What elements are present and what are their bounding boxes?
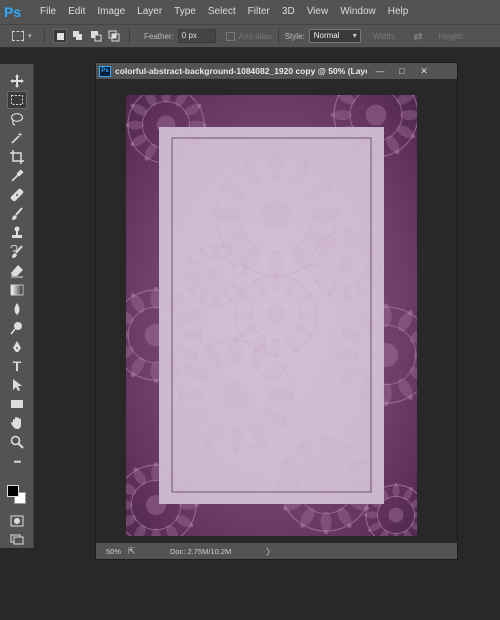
healing-brush-tool-icon[interactable] bbox=[7, 186, 27, 204]
document-image[interactable] bbox=[126, 95, 417, 536]
share-icon[interactable]: ⇱ bbox=[128, 546, 142, 557]
minimize-button[interactable]: — bbox=[371, 64, 389, 78]
screen-mode-icon[interactable] bbox=[7, 530, 27, 548]
intersect-selection-button[interactable] bbox=[107, 29, 121, 43]
status-menu-arrow-icon[interactable]: 〉 bbox=[266, 545, 275, 558]
marquee-preset-icon bbox=[12, 31, 24, 41]
subtract-selection-icon bbox=[91, 31, 102, 42]
new-selection-button[interactable] bbox=[53, 29, 67, 43]
menu-3d[interactable]: 3D bbox=[276, 0, 301, 24]
style-select[interactable]: Normal bbox=[308, 29, 361, 43]
photoshop-logo-icon: Ps bbox=[4, 4, 22, 20]
foreground-color-swatch[interactable] bbox=[7, 485, 19, 497]
tool-preset-picker[interactable]: ▾ bbox=[12, 27, 38, 45]
maximize-button[interactable]: □ bbox=[393, 64, 411, 78]
width-label: Width: bbox=[372, 31, 396, 41]
antialias-label: Anti-alias bbox=[238, 31, 272, 41]
photoshop-doc-icon: Ps bbox=[99, 65, 111, 77]
menu-window[interactable]: Window bbox=[334, 0, 382, 24]
eraser-tool-icon[interactable] bbox=[7, 262, 27, 280]
chevron-down-icon: ▾ bbox=[28, 33, 32, 40]
brush-tool-icon[interactable] bbox=[7, 205, 27, 223]
quick-mask-icon[interactable] bbox=[7, 512, 27, 530]
menu-view[interactable]: View bbox=[301, 0, 335, 24]
style-label: Style: bbox=[284, 31, 305, 41]
path-selection-tool-icon[interactable] bbox=[7, 376, 27, 394]
menu-image[interactable]: Image bbox=[91, 0, 131, 24]
type-tool-icon[interactable]: T bbox=[7, 357, 27, 375]
menu-select[interactable]: Select bbox=[202, 0, 242, 24]
document-tab[interactable]: Ps colorful-abstract-background-1084082_… bbox=[96, 63, 457, 79]
history-brush-tool-icon[interactable] bbox=[7, 243, 27, 261]
menu-help[interactable]: Help bbox=[382, 0, 415, 24]
divider bbox=[277, 27, 279, 45]
status-bar: 50% ⇱ Doc: 2.75M/10.2M 〉 bbox=[96, 543, 457, 559]
add-selection-icon bbox=[73, 31, 82, 40]
menu-file[interactable]: File bbox=[34, 0, 62, 24]
magic-wand-tool-icon[interactable] bbox=[7, 129, 27, 147]
pen-tool-icon[interactable] bbox=[7, 338, 27, 356]
zoom-level-field[interactable]: 50% bbox=[96, 547, 126, 556]
canvas-area[interactable] bbox=[96, 79, 457, 543]
zoom-tool-icon[interactable] bbox=[7, 433, 27, 451]
eyedropper-tool-icon[interactable] bbox=[7, 167, 27, 185]
antialias-checkbox[interactable] bbox=[225, 31, 235, 41]
marquee-tool-icon[interactable] bbox=[7, 91, 27, 109]
clone-stamp-tool-icon[interactable] bbox=[7, 224, 27, 242]
crop-tool-icon[interactable] bbox=[7, 148, 27, 166]
abstract-mandala-artwork bbox=[126, 95, 417, 536]
document-size-info[interactable]: Doc: 2.75M/10.2M bbox=[170, 547, 266, 556]
subtract-from-selection-button[interactable] bbox=[89, 29, 103, 43]
new-selection-icon bbox=[56, 32, 64, 40]
feather-label: Feather: bbox=[144, 31, 174, 41]
move-tool-icon[interactable] bbox=[7, 72, 27, 90]
dodge-tool-icon[interactable] bbox=[7, 319, 27, 337]
hand-tool-icon[interactable] bbox=[7, 414, 27, 432]
intersect-selection-icon bbox=[108, 30, 120, 42]
document-window: Ps colorful-abstract-background-1084082_… bbox=[95, 62, 458, 560]
divider bbox=[129, 27, 130, 45]
menu-edit[interactable]: Edit bbox=[62, 0, 91, 24]
menu-layer[interactable]: Layer bbox=[131, 0, 168, 24]
swap-dimensions-icon[interactable]: ⇄ bbox=[413, 30, 422, 43]
options-bar: ▾ Feather: 0 px Anti-alias Style: Normal… bbox=[0, 24, 500, 48]
feather-input[interactable]: 0 px bbox=[177, 29, 216, 43]
menu-bar: Ps File Edit Image Layer Type Select Fil… bbox=[0, 0, 500, 24]
blur-tool-icon[interactable] bbox=[7, 300, 27, 318]
document-title: colorful-abstract-background-1084082_192… bbox=[115, 66, 367, 76]
more-tools-icon[interactable]: ••• bbox=[7, 453, 27, 471]
divider bbox=[44, 27, 45, 45]
rectangle-tool-icon[interactable] bbox=[7, 395, 27, 413]
menu-filter[interactable]: Filter bbox=[242, 0, 276, 24]
height-label: Height: bbox=[438, 31, 464, 41]
toolbox: T ••• bbox=[0, 64, 34, 548]
add-to-selection-button[interactable] bbox=[71, 29, 85, 43]
close-button[interactable]: ✕ bbox=[415, 64, 433, 78]
gradient-tool-icon[interactable] bbox=[7, 281, 27, 299]
lasso-tool-icon[interactable] bbox=[7, 110, 27, 128]
menu-type[interactable]: Type bbox=[168, 0, 202, 24]
